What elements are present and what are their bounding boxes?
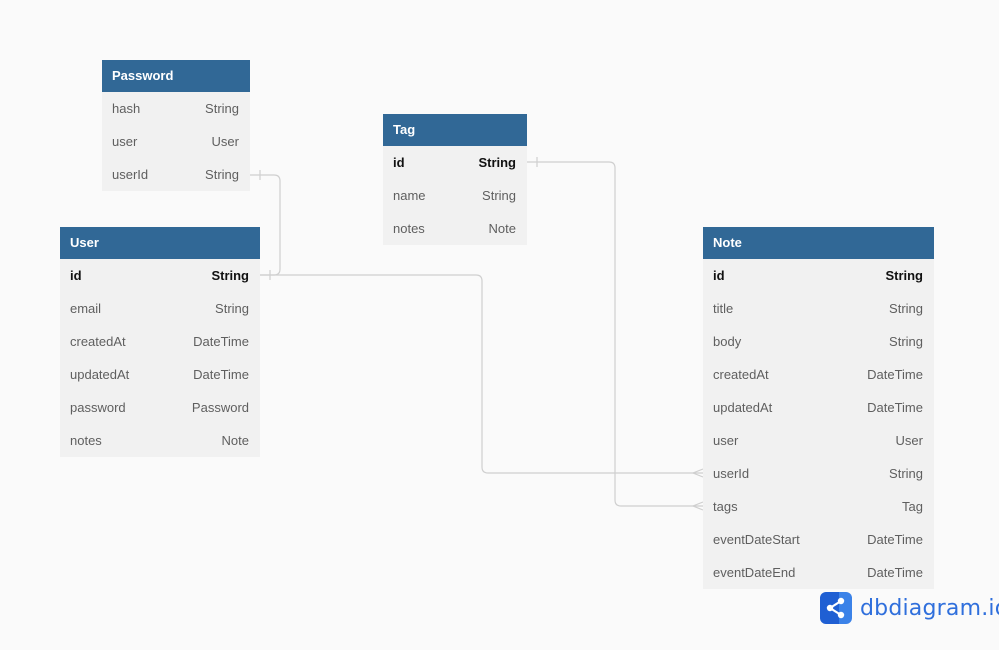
field-name: email [70,301,102,316]
field-type: String [889,466,923,481]
field-row-primary-key[interactable]: id String [60,259,260,292]
field-name: tags [713,499,738,514]
field-name: user [713,433,739,448]
field-name: hash [112,101,141,116]
field-name: user [112,134,138,149]
field-row[interactable]: name String [383,179,527,212]
field-type: String [889,334,923,349]
field-type: DateTime [193,367,249,382]
field-row[interactable]: updatedAt DateTime [703,391,934,424]
field-type: Note [488,221,516,236]
field-type: String [211,268,249,283]
field-type: String [889,301,923,316]
share-nodes-icon [820,592,852,624]
table-user[interactable]: User id String email String createdAt Da… [60,227,260,457]
field-row[interactable]: eventDateStart DateTime [703,523,934,556]
field-name: eventDateStart [713,532,800,547]
table-tag[interactable]: Tag id String name String notes Note [383,114,527,245]
field-name: id [713,268,725,283]
field-row[interactable]: userId String [703,457,934,490]
field-type: Password [191,400,249,415]
field-row[interactable]: createdAt DateTime [703,358,934,391]
field-row[interactable]: notes Note [383,212,527,245]
table-header[interactable]: Tag [383,114,527,146]
field-row[interactable]: userId String [102,158,250,191]
field-name: notes [70,433,102,448]
table-note[interactable]: Note id String title String body String … [703,227,934,589]
field-type: Note [221,433,249,448]
field-type: String [482,188,516,203]
field-name: id [70,268,82,283]
field-type: String [885,268,923,283]
field-row-primary-key[interactable]: id String [383,146,527,179]
field-type: DateTime [193,334,249,349]
field-name: userId [112,167,149,182]
field-row[interactable]: user User [102,125,250,158]
field-name: eventDateEnd [713,565,796,580]
field-type: User [895,433,923,448]
field-row[interactable]: hash String [102,92,250,125]
table-header[interactable]: Password [102,60,250,92]
field-type: DateTime [867,400,923,415]
field-row[interactable]: eventDateEnd DateTime [703,556,934,589]
table-header[interactable]: User [60,227,260,259]
table-password[interactable]: Password hash String user User userId St… [102,60,250,191]
table-header[interactable]: Note [703,227,934,259]
dbdiagram-logo-link[interactable]: dbdiagram.io [820,592,999,624]
field-type: String [205,167,239,182]
field-name: createdAt [70,334,126,349]
field-type: String [215,301,249,316]
field-row[interactable]: updatedAt DateTime [60,358,260,391]
field-name: id [393,155,405,170]
field-row[interactable]: user User [703,424,934,457]
field-type: DateTime [867,367,923,382]
field-name: notes [393,221,425,236]
field-row[interactable]: notes Note [60,424,260,457]
brand-name: dbdiagram.io [860,595,999,621]
relationship-user-note[interactable] [260,274,704,478]
field-name: createdAt [713,367,769,382]
field-name: title [713,301,734,316]
field-row[interactable]: createdAt DateTime [60,325,260,358]
field-type: String [478,155,516,170]
relationship-tag-note[interactable] [527,157,704,511]
field-name: body [713,334,742,349]
field-type: User [211,134,239,149]
field-type: Tag [902,499,923,514]
field-type: DateTime [867,532,923,547]
field-row[interactable]: password Password [60,391,260,424]
field-name: password [70,400,126,415]
field-name: name [393,188,426,203]
field-type: DateTime [867,565,923,580]
field-name: updatedAt [713,400,773,415]
field-row[interactable]: tags Tag [703,490,934,523]
field-row-primary-key[interactable]: id String [703,259,934,292]
field-name: userId [713,466,750,481]
field-name: updatedAt [70,367,130,382]
field-row[interactable]: email String [60,292,260,325]
field-row[interactable]: title String [703,292,934,325]
field-type: String [205,101,239,116]
field-row[interactable]: body String [703,325,934,358]
